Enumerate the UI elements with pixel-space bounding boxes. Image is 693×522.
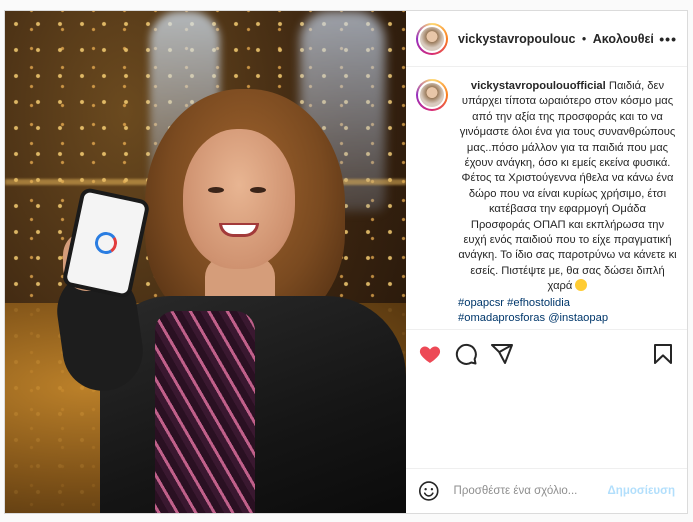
patterned-top [155, 311, 255, 513]
comment-input[interactable] [453, 485, 608, 497]
caption-body-2: Φέτος τα Χριστούγεννα ήθελα να κάνω ένα … [458, 172, 677, 293]
right-eye [250, 187, 266, 193]
caption-avatar-image [418, 81, 446, 109]
post-side-panel: vickystavropoulouc • Ακολουθείτε ••• vic… [406, 11, 687, 513]
avatar[interactable] [416, 22, 448, 55]
avatar-image [418, 24, 446, 53]
post-header: vickystavropoulouc • Ακολουθείτε ••• [406, 11, 687, 67]
instagram-post: vickystavropoulouc • Ακολουθείτε ••• vic… [4, 10, 688, 514]
post-comment-button[interactable]: Δημοσίευση [608, 485, 675, 497]
share-icon[interactable] [490, 342, 514, 366]
header-separator: • [581, 31, 587, 46]
caption-body-1: Παιδιά, δεν υπάρχει τίποτα ωραιότερο στο… [459, 80, 676, 170]
caption-text: vickystavropoulouofficial Παιδιά, δεν υπ… [458, 79, 677, 329]
caption: vickystavropoulouofficial Παιδιά, δεν υπ… [406, 67, 687, 329]
comment-icon[interactable] [454, 342, 478, 366]
phone-screen [66, 191, 146, 295]
smile-emoji-icon [575, 279, 588, 292]
action-bar [406, 329, 687, 377]
header-text: vickystavropoulouc • Ακολουθείτε [458, 32, 653, 46]
hashtag-efhostolidia[interactable]: #efhostolidia [507, 297, 570, 309]
hashtag-omadaprosforas[interactable]: #omadaprosforas [458, 312, 545, 324]
likes-area [406, 377, 687, 469]
caption-username[interactable]: vickystavropoulouofficial [471, 80, 606, 92]
more-icon[interactable]: ••• [659, 31, 677, 47]
woman-face [183, 129, 295, 269]
hashtag-opapcsr[interactable]: #opapcsr [458, 297, 504, 309]
header-username[interactable]: vickystavropoulouc [458, 32, 575, 46]
mention-instaopap[interactable]: @instaopap [548, 312, 608, 324]
hashtag-list: #opapcsr #efhostolidia #omadaprosforas @… [458, 296, 677, 327]
left-eye [208, 187, 224, 193]
comment-bar: Δημοσίευση [406, 469, 687, 513]
app-logo-icon [92, 229, 120, 257]
heart-icon[interactable] [418, 342, 442, 366]
caption-avatar[interactable] [416, 79, 448, 111]
bookmark-icon[interactable] [651, 342, 675, 366]
caption-paragraph-2: Φέτος τα Χριστούγεννα ήθελα να κάνω ένα … [458, 171, 677, 294]
emoji-icon[interactable] [418, 480, 440, 502]
caption-paragraph-1: vickystavropoulouofficial Παιδιά, δεν υπ… [458, 79, 677, 171]
following-button[interactable]: Ακολουθείτε [593, 32, 654, 46]
post-photo[interactable] [5, 11, 406, 513]
